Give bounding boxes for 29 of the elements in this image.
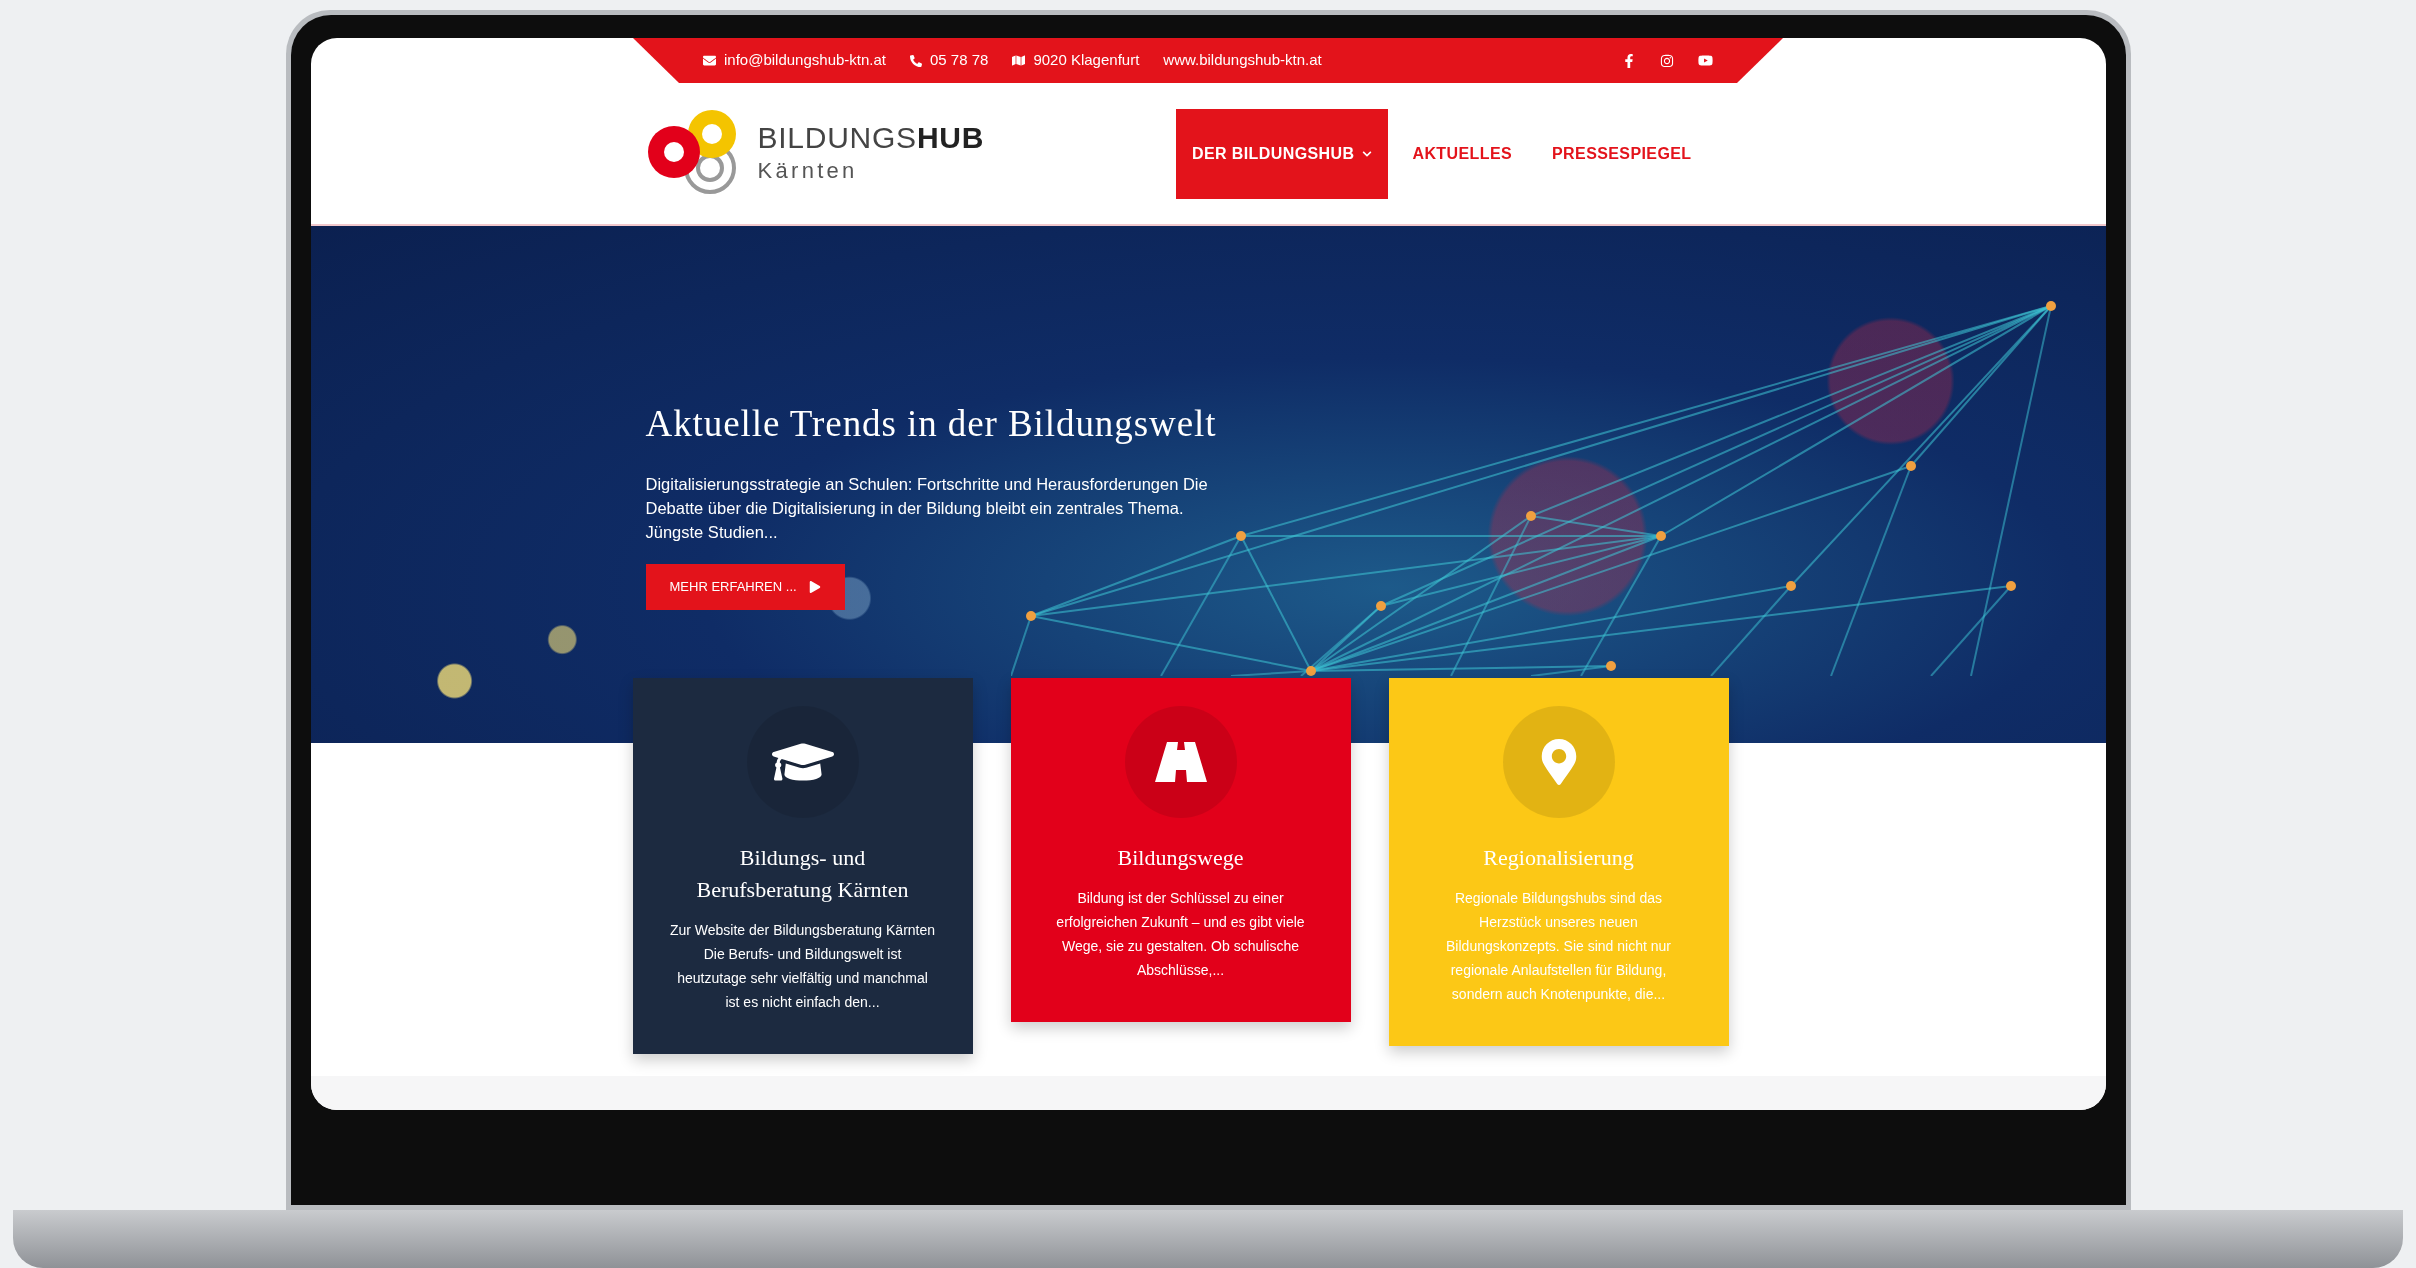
feature-card[interactable]: Bildungswege Bildung ist der Schlüssel zu einer erfolgreichen Zukunft – und es gibt viele Wege, sie zu gestalten. Ob schulische Abschlüsse,... [1010,678,1351,1022]
hero-text: Digitalisierungsstrategie an Schulen: Fortschritte und Herausforderungen Die Debatte über die Digitalisierung in der Bildung bleibt ein zentrales Thema. Jüngste Studien... [645,473,1209,543]
hero-title: Aktuelle Trends in der Bildungswelt [645,402,1217,446]
card-text: Regionale Bildungshubs sind das Herzstück unseres neuen Bildungskonzepts. Sie sind nicht nur regionale Anlaufstellen für Bildung, sondern auch Knotenpunkte, die... [1445,889,1672,1004]
feature-card[interactable]: Bildungs- und Berufsberatung Kärnten Zur Website der Bildungsberatung Kärnten Die Berufs- und Bildungswelt ist heutzutage sehr vielfältig und manchmal ist es nicht einfach den... [632,678,973,1054]
facebook-icon[interactable] [1622,53,1636,68]
envelope-icon [703,54,716,67]
phone-icon [910,54,922,67]
map-icon [1012,54,1026,67]
read-more-button[interactable]: MEHR ERFAHREN ... [645,563,845,610]
card-title: Bildungs- und Berufsberatung Kärnten [695,844,910,904]
website-link[interactable]: www.bildungshub-ktn.at [1163,49,1322,72]
instagram-icon[interactable] [1660,53,1674,68]
card-title: Bildungswege [1116,844,1245,872]
youtube-icon[interactable] [1698,53,1713,68]
nav-link[interactable]: AKTUELLES [1396,108,1529,199]
road-icon [1152,742,1209,782]
chevron-down-icon [1362,148,1373,159]
card-title: Regionalisierung [1482,844,1635,872]
nav-link[interactable]: PRESSESPIEGEL [1536,108,1708,199]
phone-number[interactable]: 05 78 78 [930,49,989,72]
card-text: Bildung ist der Schlüssel zu einer erfolgreichen Zukunft – und es gibt viele Wege, sie zu gestalten. Ob schulische Abschlüsse,... [1055,889,1306,980]
nav-link[interactable]: DER BILDUNGSHUB [1175,108,1389,199]
address-text: 9020 Klagenfurt [1033,50,1140,71]
email-link[interactable]: info@bildungshub-ktn.at [724,49,886,72]
play-icon [808,580,821,593]
logo-region: Kärnten [757,156,859,185]
logo-wordmark: BILDUNGSHUB [757,122,985,153]
card-text: Zur Website der Bildungsberatung Kärnten Die Berufs- und Bildungswelt ist heutzutage sehr vielfältig und manchmal ist es nicht einfach den... [668,921,937,1012]
